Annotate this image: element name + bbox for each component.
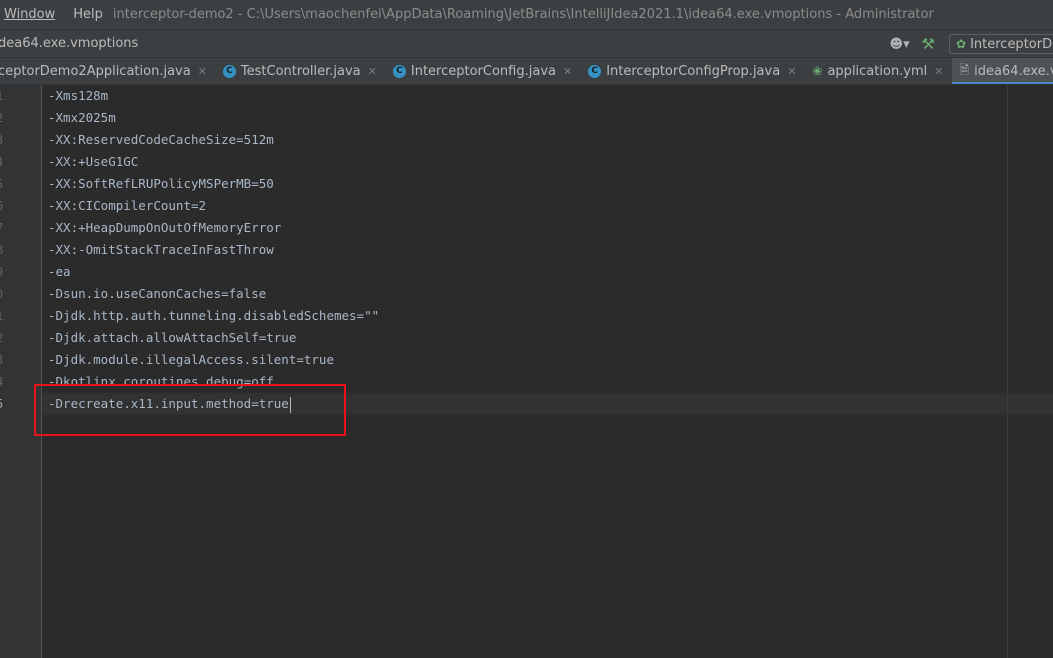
code-text: -Djdk.attach.allowAttachSelf=true [48,330,297,345]
tab-label: InterceptorConfigProp.java [606,63,781,79]
code-line[interactable]: -Xms128m [48,85,108,107]
tab-interceptor-config[interactable]: C InterceptorConfig.java ✕ [385,58,580,84]
editor-tabs: ceptorDemo2Application.java ✕ C TestCont… [0,58,1053,85]
code-text: -XX:-OmitStackTraceInFastThrow [48,242,274,257]
line-number: 4 [0,371,30,393]
code-text: -ea [48,264,71,279]
code-text: -Djdk.http.auth.tunneling.disabledScheme… [48,308,380,323]
spring-boot-icon: ✿ [956,37,967,51]
run-config-label: InterceptorDe [970,36,1053,52]
tab-label: InterceptorConfig.java [410,63,556,79]
line-number: 6 [0,195,30,217]
tab-label: application.yml [827,63,928,79]
code-text: -XX:+UseG1GC [48,154,139,169]
title-bar: Window Help interceptor-demo2 - C:\Users… [0,0,1053,29]
code-line[interactable]: -XX:CICompilerCount=2 [48,195,206,217]
tab-interceptor-config-prop[interactable]: C InterceptorConfigProp.java ✕ [580,58,804,84]
line-number: 3 [0,129,30,151]
line-number: 0 [0,283,30,305]
close-icon[interactable]: ✕ [934,65,943,78]
close-icon[interactable]: ✕ [787,65,796,78]
close-icon[interactable]: ✕ [368,65,377,78]
code-text: -Xms128m [48,88,109,103]
tab-application-class[interactable]: ceptorDemo2Application.java ✕ [0,58,215,84]
window-title: interceptor-demo2 - C:\Users\maochenfei\… [112,7,934,22]
line-number: 7 [0,217,30,239]
code-line[interactable]: -Xmx2025m [48,107,116,129]
tab-label: TestController.java [240,63,361,79]
run-config-selector[interactable]: ✿ InterceptorDe [949,34,1053,54]
code-line[interactable]: -XX:SoftRefLRUPolicyMSPerMB=50 [48,173,274,195]
line-number: 1 [0,85,30,107]
code-text: -Djdk.module.illegalAccess.silent=true [48,352,334,367]
spring-leaf-icon: ❀ [812,64,823,78]
menu-help[interactable]: Help [73,7,103,22]
tab-label: ceptorDemo2Application.java [0,63,191,79]
code-text: -Dsun.io.useCanonCaches=false [48,286,267,301]
code-line[interactable]: -XX:ReservedCodeCacheSize=512m [48,129,274,151]
close-icon[interactable]: ✕ [198,65,207,78]
line-number: 3 [0,349,30,371]
code-text: -XX:+HeapDumpOnOutOfMemoryError [48,220,282,235]
tab-vmoptions[interactable]: 🗎 idea64.exe.vmoptions ✕ [951,58,1053,84]
line-number: 9 [0,261,30,283]
code-text: -XX:ReservedCodeCacheSize=512m [48,132,274,147]
tab-test-controller[interactable]: C TestController.java ✕ [215,58,385,84]
line-number: 4 [0,151,30,173]
build-hammer-icon[interactable]: ⚒ [922,35,935,53]
line-number: 5 [0,393,30,415]
line-number: 2 [0,107,30,129]
navigation-bar: dea64.exe.vmoptions ☻▾ ⚒ ✿ InterceptorDe [0,29,1053,58]
line-number: 1 [0,305,30,327]
code-line[interactable]: -XX:+UseG1GC [48,151,138,173]
tab-label: idea64.exe.vmoptions [974,63,1053,79]
line-number: 8 [0,239,30,261]
line-number-gutter: 123456789012345 [0,85,42,658]
class-icon: C [222,64,236,78]
code-line[interactable]: -Djdk.http.auth.tunneling.disabledScheme… [48,305,379,327]
tab-application-yml[interactable]: ❀ application.yml ✕ [804,58,951,84]
line-number: 5 [0,173,30,195]
code-line[interactable]: -Djdk.module.illegalAccess.silent=true [48,349,334,371]
code-text: -XX:CICompilerCount=2 [48,198,207,213]
file-icon: 🗎 [959,62,970,77]
code-line[interactable]: -ea [48,261,71,283]
annotation-highlight-box [34,384,346,436]
close-icon[interactable]: ✕ [563,65,572,78]
code-line[interactable]: -Djdk.attach.allowAttachSelf=true [48,327,296,349]
breadcrumb[interactable]: dea64.exe.vmoptions [0,36,138,51]
line-number: 2 [0,327,30,349]
right-margin-guide [1007,85,1008,658]
code-editor[interactable]: -Xms128m -Xmx2025m -XX:ReservedCodeCacheSi… [42,85,1053,658]
menu-window[interactable]: Window [4,7,55,22]
code-line[interactable]: -XX:-OmitStackTraceInFastThrow [48,239,274,261]
code-line[interactable]: -Dsun.io.useCanonCaches=false [48,283,266,305]
class-icon: C [392,64,406,78]
user-icon[interactable]: ☻▾ [890,36,912,52]
class-icon: C [588,64,602,78]
code-line[interactable]: -XX:+HeapDumpOnOutOfMemoryError [48,217,281,239]
code-text: -XX:SoftRefLRUPolicyMSPerMB=50 [48,176,274,191]
code-text: -Xmx2025m [48,110,116,125]
